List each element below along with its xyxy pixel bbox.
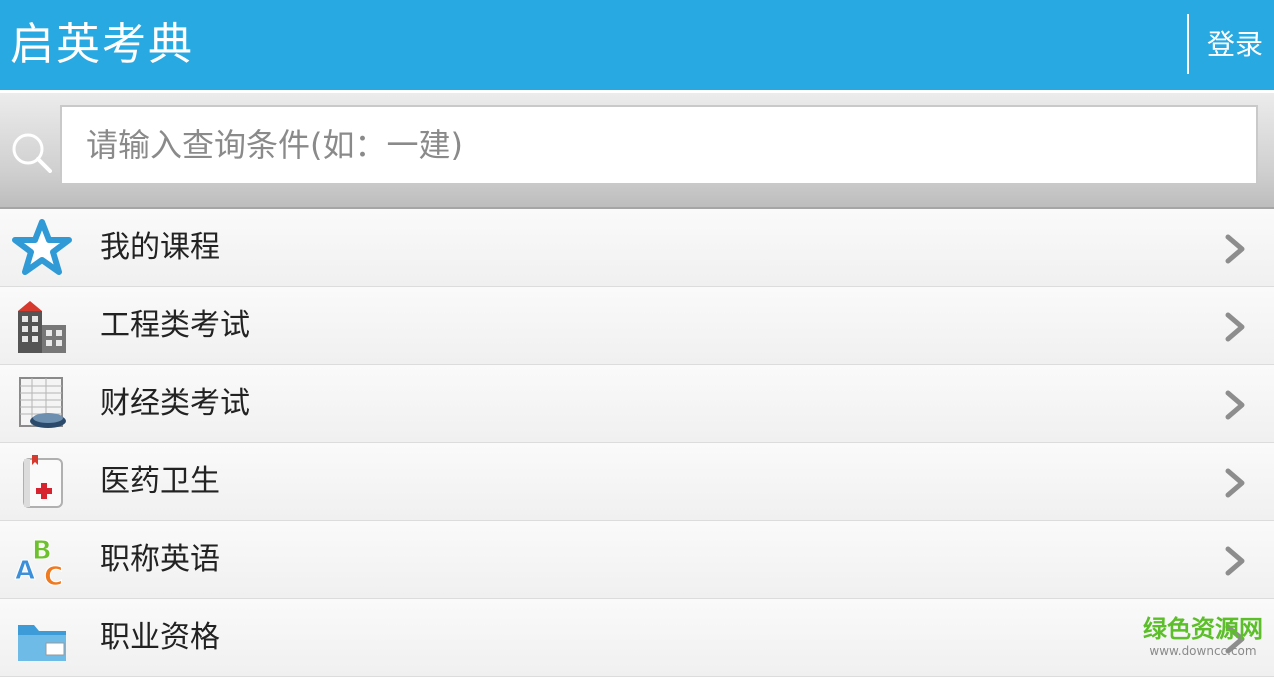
chevron-right-icon	[1225, 234, 1245, 264]
search-input[interactable]	[60, 105, 1258, 185]
chevron-right-icon	[1225, 546, 1245, 576]
login-button[interactable]: 登录	[1196, 24, 1274, 66]
folder-icon	[18, 625, 66, 661]
menu-item-engineering[interactable]: 工程类考试	[0, 287, 1274, 365]
abc-letters-icon: A B C	[15, 536, 64, 590]
menu-item-label: 我的课程	[100, 230, 220, 265]
menu-item-medicine[interactable]: 医药卫生	[0, 443, 1274, 521]
header-divider	[1187, 14, 1189, 74]
menu-item-label: 财经类考试	[100, 386, 250, 421]
watermark: 绿色资源网 www.downcc.com	[1138, 614, 1268, 658]
chevron-right-icon	[1225, 390, 1245, 420]
chevron-right-icon	[1225, 468, 1245, 498]
menu-item-english[interactable]: A B C 职称英语	[0, 521, 1274, 599]
app-title: 启英考典	[10, 19, 194, 70]
menu-item-finance[interactable]: 财经类考试	[0, 365, 1274, 443]
watermark-title: 绿色资源网	[1143, 615, 1263, 643]
menu-item-label: 职业资格	[100, 620, 220, 655]
menu-item-label: 工程类考试	[100, 308, 250, 343]
building-icon	[18, 301, 66, 353]
star-icon	[12, 219, 72, 275]
menu-item-my-courses[interactable]: 我的课程	[0, 209, 1274, 287]
spreadsheet-icon	[19, 377, 66, 428]
app-header: 启英考典 登录	[0, 0, 1274, 90]
menu-item-label: 职称英语	[100, 542, 220, 577]
search-bar	[0, 93, 1274, 209]
watermark-url: www.downcc.com	[1149, 644, 1257, 658]
chevron-right-icon	[1225, 312, 1245, 342]
medical-book-icon	[23, 455, 63, 508]
menu-item-label: 医药卫生	[100, 464, 220, 499]
search-icon[interactable]	[10, 131, 52, 173]
svg-text:C: C	[44, 562, 63, 589]
category-list: 我的课程 工程类考试 财经类考试 医药卫生 A B C 职称英语 职业资格	[0, 209, 1274, 677]
menu-item-qualification[interactable]: 职业资格	[0, 599, 1274, 677]
